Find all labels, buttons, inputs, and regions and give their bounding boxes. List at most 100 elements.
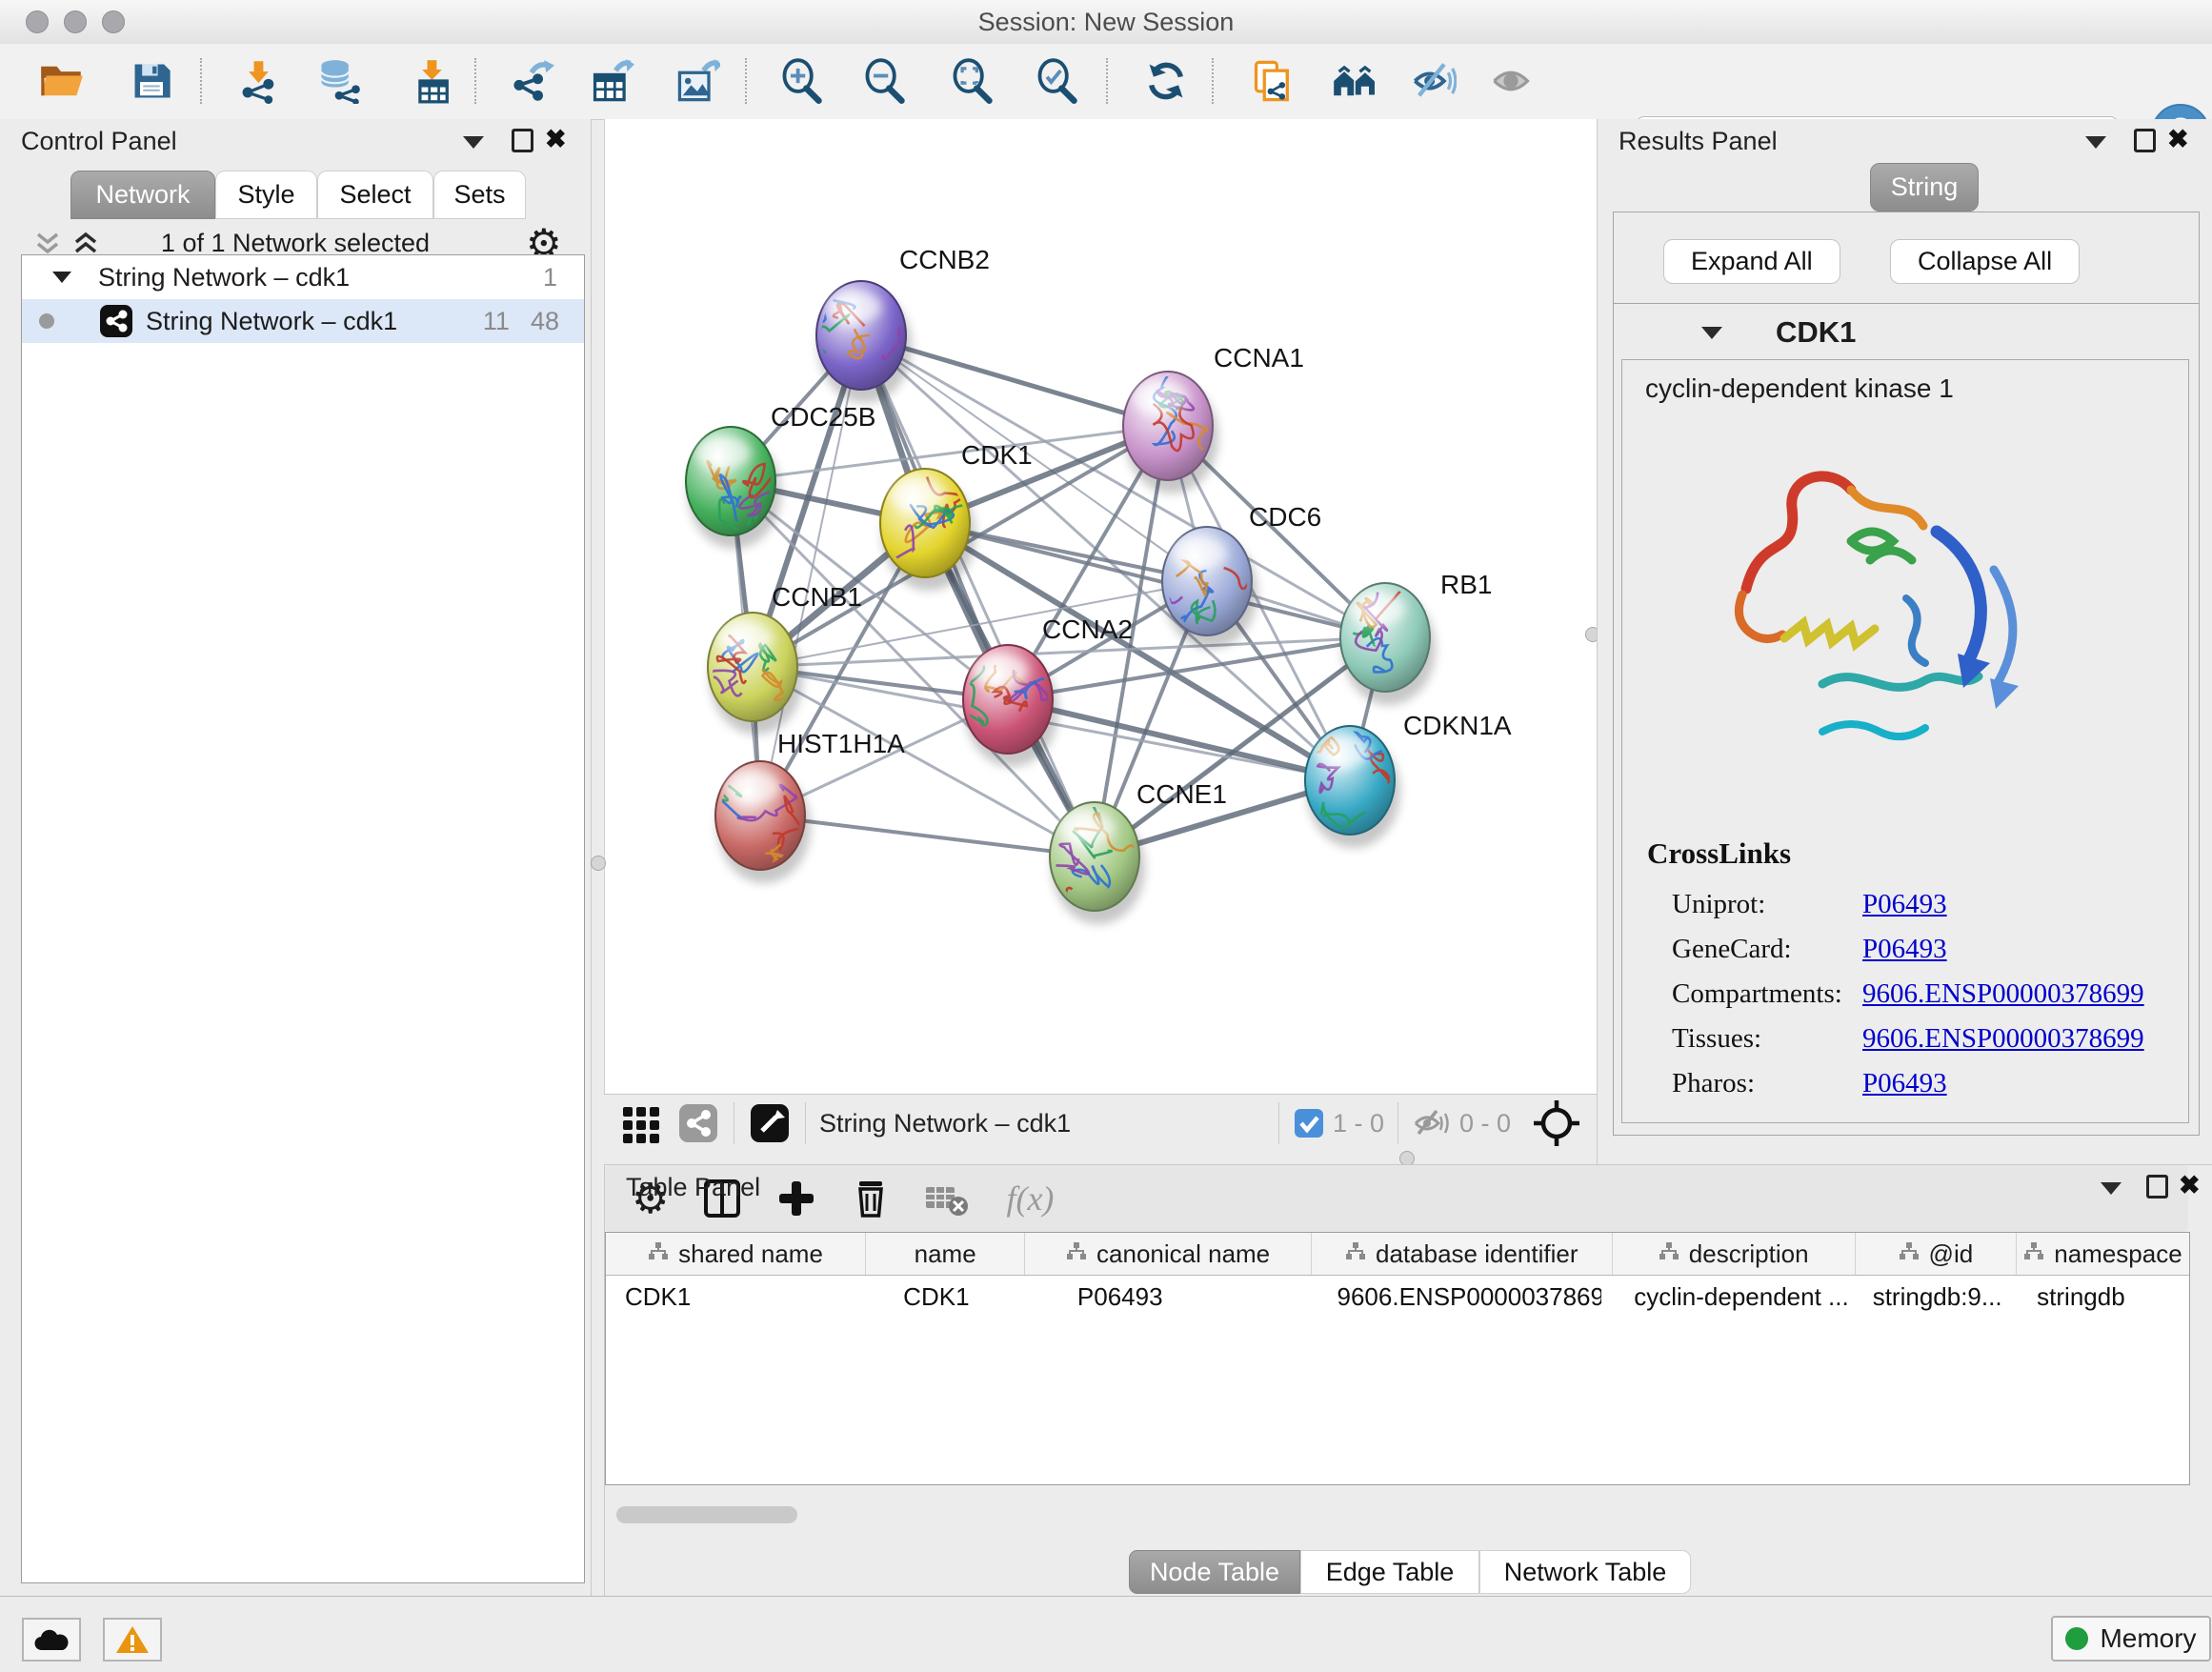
zoom-out-icon[interactable] [860, 56, 910, 106]
cell-canonical-name[interactable]: P06493 [1043, 1276, 1330, 1318]
results-panel-float-icon[interactable] [2134, 129, 2156, 152]
results-panel-collapse-icon[interactable] [2085, 136, 2106, 149]
zoom-selected-icon[interactable] [1033, 56, 1082, 106]
string-network-graph[interactable]: CCNB2CCNA1CDC25BCDK1CDC6RB1CCNB1CCNA2CDK… [605, 119, 1598, 1094]
crosslink-value[interactable]: 9606.ENSP00000378699 [1862, 978, 2144, 1010]
refresh-icon[interactable] [1141, 56, 1191, 106]
tab-sets[interactable]: Sets [433, 171, 526, 219]
selected-checkbox-icon[interactable] [1293, 1107, 1325, 1139]
table-panel-close-icon[interactable]: ✖ [2179, 1176, 2201, 1195]
export-table-icon[interactable] [587, 56, 636, 106]
import-network-database-icon[interactable] [314, 56, 364, 106]
cloud-icon [32, 1627, 70, 1652]
crosslink-value[interactable]: 9606.ENSP00000378699 [1862, 1023, 2144, 1055]
copy-network-icon[interactable] [1248, 56, 1297, 106]
zoom-in-icon[interactable] [777, 56, 827, 106]
tab-edge-table[interactable]: Edge Table [1300, 1550, 1479, 1594]
column-header[interactable]: description [1613, 1233, 1856, 1275]
function-builder-icon[interactable]: f(x) [1006, 1178, 1054, 1219]
table-toolbar: ⚙ f(x) [605, 1165, 2188, 1232]
navigator-icon[interactable] [748, 1101, 792, 1145]
grid-view-icon[interactable] [619, 1101, 663, 1145]
crosslink-label: GeneCard: [1672, 934, 1862, 965]
first-neighbors-icon[interactable] [1330, 56, 1379, 106]
expand-all-button[interactable]: Expand All [1663, 239, 1840, 284]
control-panel-close-icon[interactable]: ✖ [545, 130, 567, 149]
left-splitter-handle[interactable] [591, 856, 606, 871]
toolbar-separator [745, 58, 747, 104]
svg-text:CDC6: CDC6 [1249, 502, 1321, 532]
network-node-count: 11 [483, 307, 510, 336]
toolbar-separator [200, 58, 202, 104]
collapse-all-button[interactable]: Collapse All [1890, 239, 2080, 284]
main-toolbar: ? [0, 44, 2212, 120]
column-header[interactable]: canonical name [1025, 1233, 1312, 1275]
table-row[interactable]: CDK1 CDK1 P06493 9606.ENSP00000378699 cy… [606, 1276, 2189, 1318]
results-panel-close-icon[interactable]: ✖ [2167, 130, 2189, 149]
table-header-row: shared name name canonical name database… [606, 1233, 2189, 1276]
network-status-dot [39, 313, 54, 329]
svg-text:RB1: RB1 [1440, 570, 1492, 599]
tab-network[interactable]: Network [70, 171, 215, 219]
column-header[interactable]: shared name [606, 1233, 866, 1275]
control-panel-float-icon[interactable] [512, 129, 533, 152]
import-network-file-icon[interactable] [234, 56, 284, 106]
node-table: shared name name canonical name database… [605, 1232, 2190, 1485]
toolbar-separator [805, 1102, 806, 1144]
cell-description[interactable]: cyclin-dependent ... [1601, 1276, 1847, 1318]
crosslink-value[interactable]: P06493 [1862, 889, 1947, 920]
collection-expander-icon[interactable] [52, 272, 71, 283]
string-network-icon [100, 305, 132, 337]
tab-string[interactable]: String [1870, 163, 1979, 212]
network-view-title: String Network – cdk1 [819, 1109, 1071, 1138]
column-header[interactable]: @id [1856, 1233, 2017, 1275]
crosslinks-list: Uniprot: P06493 GeneCard: P06493 Compart… [1672, 882, 2167, 1106]
network-canvas[interactable]: CCNB2CCNA1CDC25BCDK1CDC6RB1CCNB1CCNA2CDK… [604, 119, 1598, 1094]
cell-database-identifier[interactable]: 9606.ENSP00000378699 [1330, 1276, 1602, 1318]
window-title: Session: New Session [0, 0, 2212, 44]
show-all-icon[interactable] [1486, 56, 1536, 106]
crosslink-value[interactable]: P06493 [1862, 1068, 1947, 1099]
zoom-fit-icon[interactable] [948, 56, 997, 106]
export-image-icon[interactable] [673, 56, 722, 106]
delete-column-icon[interactable] [850, 1178, 892, 1219]
column-header[interactable]: namespace [2017, 1233, 2189, 1275]
table-panel-float-icon[interactable] [2146, 1175, 2168, 1199]
crosslink-row: Tissues: 9606.ENSP00000378699 [1672, 1017, 2167, 1061]
network-edge-count: 48 [531, 307, 559, 336]
warning-status-button[interactable] [103, 1618, 162, 1662]
tab-node-table[interactable]: Node Table [1129, 1550, 1300, 1594]
cell-name[interactable]: CDK1 [854, 1276, 1043, 1318]
gene-expander-icon[interactable] [1701, 327, 1722, 339]
svg-text:CCNB2: CCNB2 [899, 245, 990, 274]
memory-button[interactable]: Memory [2051, 1616, 2211, 1662]
hidden-eye-icon[interactable] [1412, 1106, 1452, 1140]
tab-select[interactable]: Select [317, 171, 433, 219]
add-column-icon[interactable] [775, 1178, 817, 1219]
hide-selected-icon[interactable] [1409, 56, 1458, 106]
column-header[interactable]: name [866, 1233, 1025, 1275]
cell-shared-name[interactable]: CDK1 [606, 1276, 854, 1318]
toolbar-separator [1278, 1102, 1279, 1144]
delete-table-icon[interactable] [924, 1179, 970, 1218]
fit-content-crosshair-icon[interactable] [1532, 1098, 1581, 1148]
network-row[interactable]: String Network – cdk1 11 48 [22, 299, 584, 343]
cloud-status-button[interactable] [22, 1618, 81, 1662]
table-panel-title: Table Panel [626, 1173, 760, 1202]
cell-namespace[interactable]: stringdb [2014, 1276, 2189, 1318]
network-tree: String Network – cdk1 1 String Network –… [21, 254, 585, 1583]
control-panel-collapse-icon[interactable] [463, 136, 484, 149]
network-collection-row[interactable]: String Network – cdk1 1 [22, 255, 584, 299]
export-network-icon[interactable] [507, 56, 556, 106]
tab-network-table[interactable]: Network Table [1479, 1550, 1691, 1594]
hierarchy-icon [1066, 1239, 1087, 1269]
column-header[interactable]: database identifier [1312, 1233, 1613, 1275]
table-panel-collapse-icon[interactable] [2101, 1182, 2122, 1195]
network-view-icon[interactable] [676, 1101, 720, 1145]
import-table-file-icon[interactable] [408, 56, 457, 106]
crosslink-value[interactable]: P06493 [1862, 934, 1947, 965]
save-session-icon[interactable] [127, 56, 176, 106]
open-session-icon[interactable] [36, 56, 86, 106]
tab-style[interactable]: Style [215, 171, 317, 219]
cell-id[interactable]: stringdb:9... [1848, 1276, 2014, 1318]
